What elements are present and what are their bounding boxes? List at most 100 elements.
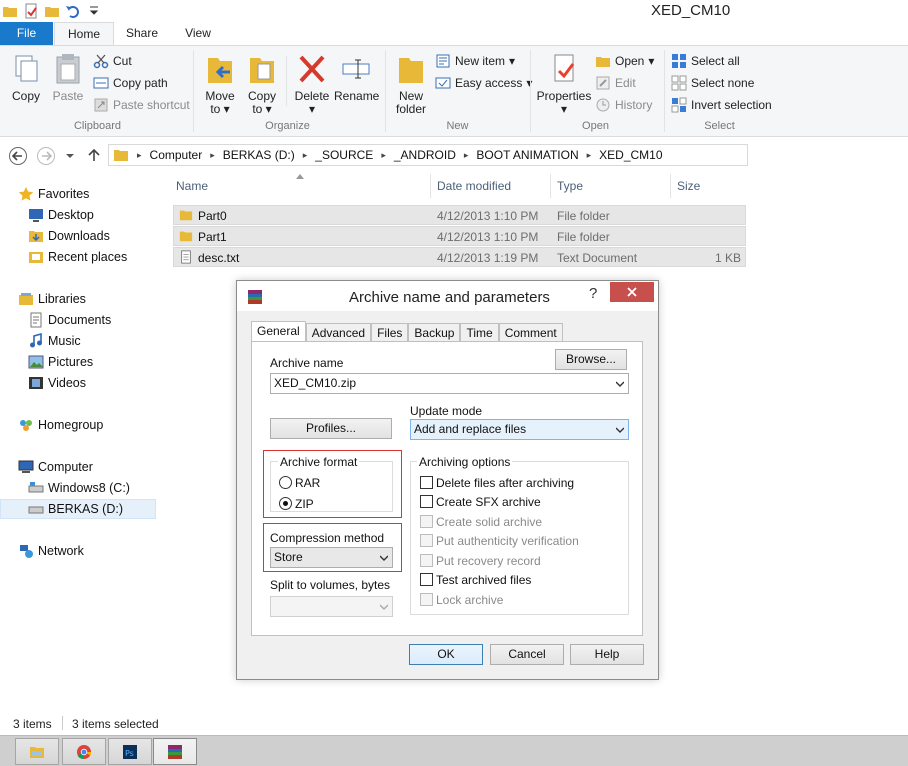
new-folder-button[interactable]: New folder (391, 52, 431, 116)
copy-to-button[interactable]: Copy to ▾ (243, 52, 281, 116)
open-button[interactable]: Open ▾ (595, 52, 654, 70)
tab-advanced[interactable]: Advanced (305, 323, 372, 342)
paste-button[interactable]: Paste (48, 52, 88, 103)
update-mode-select[interactable]: Add and replace files (410, 419, 629, 440)
taskbar-chrome[interactable] (62, 738, 106, 765)
close-button[interactable] (610, 282, 654, 302)
chevron-down-icon[interactable] (380, 603, 388, 611)
breadcrumb-berkas[interactable]: BERKAS (D:) (223, 148, 295, 162)
create-sfx-checkbox[interactable] (420, 495, 433, 508)
chevron-down-icon[interactable] (380, 554, 388, 562)
compression-method-select[interactable]: Store (270, 547, 393, 568)
authenticity-verification-checkbox[interactable] (420, 534, 433, 547)
create-sfx-label[interactable]: Create SFX archive (436, 495, 541, 509)
test-archived-files-label[interactable]: Test archived files (436, 573, 531, 587)
ok-button[interactable]: OK (409, 644, 483, 665)
chevron-right-icon[interactable]: ▸ (303, 150, 308, 161)
breadcrumb-source[interactable]: _SOURCE (315, 148, 373, 162)
easy-access-button[interactable]: Easy access ▾ (435, 74, 532, 92)
breadcrumb-android[interactable]: _ANDROID (394, 148, 456, 162)
nav-homegroup[interactable]: Homegroup (18, 417, 103, 433)
browse-button[interactable]: Browse... (555, 349, 627, 370)
profiles-button[interactable]: Profiles... (270, 418, 392, 439)
new-folder-icon[interactable] (44, 3, 60, 19)
nav-documents[interactable]: Documents (28, 312, 111, 328)
archive-name-input[interactable]: XED_CM10.zip (270, 373, 629, 394)
move-to-button[interactable]: Move to ▾ (201, 52, 239, 116)
nav-libraries[interactable]: Libraries (18, 291, 86, 307)
rar-radio[interactable] (279, 476, 292, 489)
up-arrow-icon[interactable] (86, 147, 102, 163)
table-row[interactable]: desc.txt 4/12/2013 1:19 PM Text Document… (173, 247, 746, 267)
column-header-size[interactable]: Size (677, 179, 700, 193)
column-separator[interactable] (550, 174, 551, 198)
column-header-type[interactable]: Type (557, 179, 583, 193)
create-solid-label[interactable]: Create solid archive (436, 515, 542, 529)
breadcrumb-boot-animation[interactable]: BOOT ANIMATION (476, 148, 578, 162)
column-header-date[interactable]: Date modified (437, 179, 511, 193)
chevron-down-icon[interactable] (616, 380, 624, 388)
help-button[interactable]: Help (570, 644, 644, 665)
delete-after-archiving-label[interactable]: Delete files after archiving (436, 476, 574, 490)
customize-qat-icon[interactable] (86, 3, 102, 19)
tab-time[interactable]: Time (460, 323, 499, 342)
breadcrumb-xed-cm10[interactable]: XED_CM10 (599, 148, 662, 162)
cancel-button[interactable]: Cancel (490, 644, 564, 665)
nav-computer[interactable]: Computer (18, 459, 93, 475)
cut-button[interactable]: Cut (93, 52, 132, 70)
nav-downloads[interactable]: Downloads (28, 228, 110, 244)
taskbar-explorer[interactable] (15, 738, 59, 765)
split-volumes-select[interactable] (270, 596, 393, 617)
copy-path-button[interactable]: Copy path (93, 74, 168, 92)
nav-desktop[interactable]: Desktop (28, 207, 94, 223)
tab-home[interactable]: Home (54, 22, 114, 45)
forward-arrow-icon[interactable] (36, 146, 56, 166)
delete-after-archiving-checkbox[interactable] (420, 476, 433, 489)
chevron-right-icon[interactable]: ▸ (587, 150, 592, 161)
copy-button[interactable]: Copy (6, 52, 46, 103)
history-button[interactable]: History (595, 96, 652, 114)
nav-music[interactable]: Music (28, 333, 81, 349)
tab-comment[interactable]: Comment (498, 323, 563, 342)
chevron-right-icon[interactable]: ▸ (381, 150, 386, 161)
create-solid-checkbox[interactable] (420, 515, 433, 528)
recovery-record-checkbox[interactable] (420, 554, 433, 567)
address-bar[interactable]: ▸ Computer ▸ BERKAS (D:) ▸ _SOURCE ▸ _AN… (108, 144, 748, 166)
properties-icon[interactable] (23, 3, 39, 19)
column-separator[interactable] (670, 174, 671, 198)
chevron-down-icon[interactable] (616, 426, 624, 434)
help-icon[interactable]: ? (589, 285, 597, 302)
nav-favorites[interactable]: Favorites (18, 186, 89, 202)
nav-pictures[interactable]: Pictures (28, 354, 93, 370)
nav-windows8-drive[interactable]: Windows8 (C:) (28, 480, 130, 496)
nav-network[interactable]: Network (18, 543, 84, 559)
select-none-button[interactable]: Select none (671, 74, 754, 92)
recovery-record-label[interactable]: Put recovery record (436, 554, 541, 568)
properties-button[interactable]: Properties ▾ (536, 52, 592, 116)
undo-icon[interactable] (65, 3, 81, 19)
recent-locations-icon[interactable] (65, 151, 75, 161)
zip-label[interactable]: ZIP (295, 497, 314, 511)
breadcrumb-computer[interactable]: Computer (150, 148, 203, 162)
tab-share[interactable]: Share (114, 22, 170, 45)
paste-shortcut-button[interactable]: Paste shortcut (93, 96, 190, 114)
tab-files[interactable]: Files (371, 323, 409, 342)
lock-archive-label[interactable]: Lock archive (436, 593, 503, 607)
taskbar-winrar[interactable] (153, 738, 197, 765)
select-all-button[interactable]: Select all (671, 52, 740, 70)
zip-radio[interactable] (279, 497, 292, 510)
chevron-right-icon[interactable]: ▸ (210, 150, 215, 161)
delete-button[interactable]: Delete ▾ (292, 52, 332, 116)
tab-file[interactable]: File (0, 22, 53, 45)
authenticity-verification-label[interactable]: Put authenticity verification (436, 534, 579, 548)
column-separator[interactable] (430, 174, 431, 198)
tab-view[interactable]: View (170, 22, 226, 45)
invert-selection-button[interactable]: Invert selection (671, 96, 772, 114)
tab-general[interactable]: General (251, 321, 306, 343)
nav-berkas-drive[interactable]: BERKAS (D:) (0, 499, 156, 519)
table-row[interactable]: Part1 4/12/2013 1:10 PM File folder (173, 226, 746, 246)
lock-archive-checkbox[interactable] (420, 593, 433, 606)
test-archived-files-checkbox[interactable] (420, 573, 433, 586)
new-item-button[interactable]: New item ▾ (435, 52, 515, 70)
chevron-right-icon[interactable]: ▸ (464, 150, 469, 161)
